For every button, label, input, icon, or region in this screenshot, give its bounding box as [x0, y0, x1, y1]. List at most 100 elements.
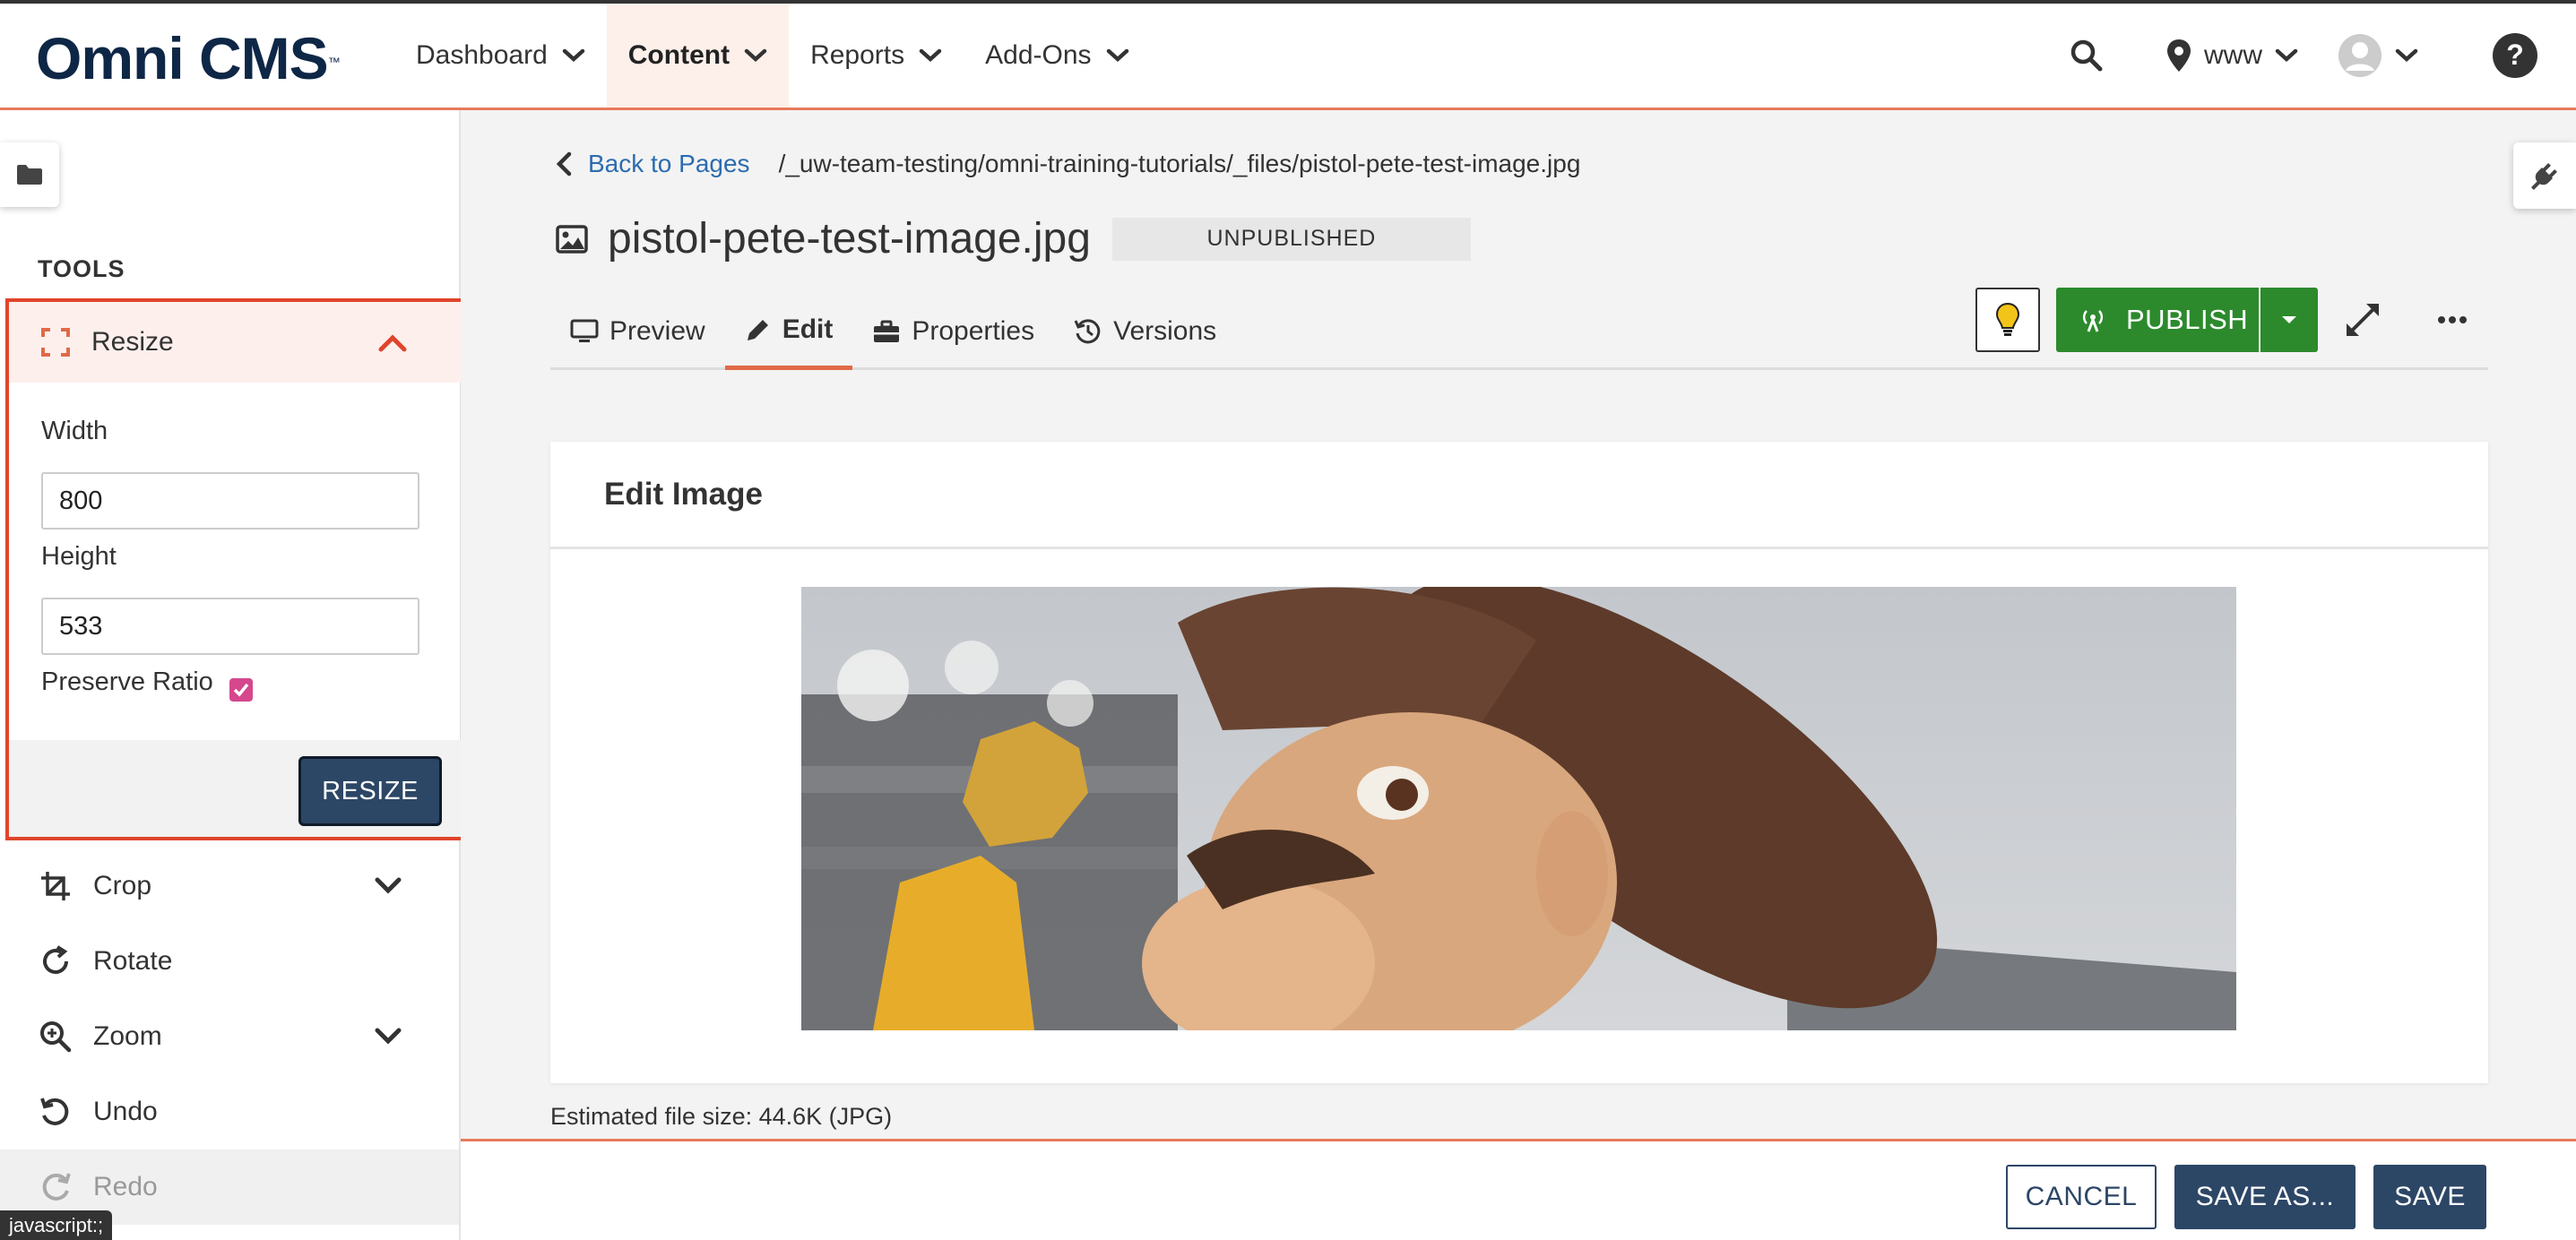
top-right-controls: www ?: [2050, 4, 2576, 108]
width-label: Width: [41, 417, 108, 445]
ellipsis-icon: [2438, 316, 2467, 323]
help-button[interactable]: ?: [2492, 32, 2538, 79]
chevron-down-icon: [375, 877, 402, 894]
omni-cms-logo[interactable]: Omni CMS™: [36, 25, 341, 91]
tools-sidebar: TOOLS Resize Width Height Preserve Ratio…: [0, 110, 472, 1240]
status-badge: UNPUBLISHED: [1111, 217, 1471, 261]
chevron-down-icon: [562, 48, 585, 63]
publish-label: PUBLISH: [2126, 304, 2249, 335]
tab-versions-label: Versions: [1113, 316, 1217, 346]
tool-crop[interactable]: Crop: [0, 848, 459, 924]
expand-icon: [2347, 304, 2379, 336]
publish-button[interactable]: PUBLISH: [2056, 288, 2259, 352]
fullscreen-button[interactable]: [2343, 300, 2382, 340]
image-canvas[interactable]: [801, 587, 2236, 1030]
rotate-icon: [38, 943, 73, 979]
undo-icon: [38, 1094, 73, 1130]
svg-text:?: ?: [2506, 39, 2524, 71]
tool-undo[interactable]: Undo: [0, 1074, 459, 1150]
publish-options-dropdown[interactable]: [2260, 288, 2318, 352]
breadcrumb: Back to Pages /_uw-team-testing/omni-tra…: [556, 150, 1580, 178]
tab-edit-label: Edit: [782, 314, 834, 344]
save-button[interactable]: SAVE: [2373, 1165, 2486, 1229]
title-row: pistol-pete-test-image.jpg UNPUBLISHED: [556, 214, 1471, 263]
image-file-icon: [556, 224, 588, 254]
chevron-down-icon: [2275, 48, 2298, 63]
cancel-button[interactable]: CANCEL: [2006, 1165, 2157, 1229]
nav-reports-label: Reports: [810, 40, 905, 70]
edit-image-card: Edit Image: [550, 442, 2488, 1083]
plug-icon: [2531, 163, 2557, 190]
search-icon: [2070, 39, 2103, 72]
save-as-button[interactable]: SAVE AS...: [2174, 1165, 2356, 1229]
editor-footer: CANCEL SAVE AS... SAVE: [461, 1139, 2576, 1240]
nav-dashboard[interactable]: Dashboard: [394, 4, 607, 108]
caret-down-icon: [2282, 316, 2296, 323]
estimated-file-size: Estimated file size: 44.6K (JPG): [550, 1103, 893, 1130]
tab-properties-label: Properties: [912, 316, 1035, 346]
nav-add-ons-label: Add-Ons: [985, 40, 1092, 70]
file-path: /_uw-team-testing/omni-training-tutorial…: [778, 150, 1581, 177]
more-options-button[interactable]: [2433, 300, 2472, 340]
card-title: Edit Image: [550, 442, 2488, 549]
preserve-ratio-label: Preserve Ratio: [41, 667, 213, 696]
top-navigation-bar: Omni CMS™ Dashboard Content Reports Add-…: [0, 0, 2576, 110]
height-label: Height: [41, 542, 117, 571]
chevron-left-icon: [556, 151, 572, 177]
mascot-image: [801, 587, 2236, 1030]
file-browser-toggle[interactable]: [0, 142, 59, 207]
browser-status-bar: javascript:;: [0, 1210, 113, 1240]
tab-edit[interactable]: Edit: [724, 294, 853, 370]
help-icon: ?: [2493, 33, 2537, 78]
chevron-down-icon: [919, 48, 942, 63]
resize-label: Resize: [91, 327, 174, 357]
width-input[interactable]: [41, 472, 419, 530]
preserve-ratio-checkbox[interactable]: [229, 678, 253, 702]
tool-rotate[interactable]: Rotate: [0, 924, 459, 999]
resize-panel: Resize Width Height Preserve Ratio RESIZ…: [5, 298, 472, 840]
chevron-up-icon: [378, 334, 407, 352]
resize-toggle[interactable]: Resize: [9, 302, 469, 383]
site-selector[interactable]: www: [2166, 39, 2298, 73]
zoom-icon: [38, 1019, 73, 1055]
nav-reports[interactable]: Reports: [789, 4, 964, 108]
tool-rotate-label: Rotate: [93, 946, 173, 976]
monitor-icon: [570, 319, 599, 342]
tool-undo-label: Undo: [93, 1097, 158, 1126]
resize-form: Width Height Preserve Ratio: [9, 383, 462, 740]
chevron-down-icon: [375, 1028, 402, 1045]
tab-properties[interactable]: Properties: [852, 296, 1054, 367]
lightbulb-icon: [1996, 303, 2019, 336]
history-icon: [1074, 319, 1101, 344]
logo-trademark: ™: [327, 55, 341, 69]
chevron-down-icon: [744, 48, 767, 63]
nav-content[interactable]: Content: [606, 4, 790, 108]
resize-icon: [41, 328, 70, 357]
back-to-pages-link[interactable]: Back to Pages: [588, 150, 750, 178]
site-label: www: [2204, 40, 2262, 70]
nav-add-ons[interactable]: Add-Ons: [964, 4, 1150, 108]
tool-zoom[interactable]: Zoom: [0, 999, 459, 1074]
gadgets-toggle[interactable]: [2513, 142, 2576, 209]
user-menu[interactable]: [2338, 33, 2418, 78]
chevron-down-icon: [1106, 48, 1128, 63]
tools-heading: TOOLS: [38, 255, 125, 282]
pencil-icon: [747, 320, 768, 340]
logo-text: Omni CMS: [36, 25, 329, 91]
resize-button[interactable]: RESIZE: [298, 756, 442, 826]
redo-icon: [38, 1169, 73, 1205]
tips-button[interactable]: [1975, 288, 2040, 352]
search-button[interactable]: [2070, 39, 2104, 73]
height-input[interactable]: [41, 598, 419, 655]
tool-redo-label: Redo: [93, 1172, 158, 1201]
tool-zoom-label: Zoom: [93, 1021, 162, 1051]
tab-versions[interactable]: Versions: [1054, 296, 1236, 367]
checkmark-icon: [233, 683, 249, 697]
page-title: pistol-pete-test-image.jpg: [608, 215, 1091, 263]
tab-preview[interactable]: Preview: [550, 296, 725, 367]
nav-content-label: Content: [627, 40, 730, 70]
nav-dashboard-label: Dashboard: [416, 40, 548, 70]
tool-crop-label: Crop: [93, 871, 152, 900]
resize-actions: RESIZE: [9, 740, 469, 837]
broadcast-icon: [2082, 310, 2104, 332]
